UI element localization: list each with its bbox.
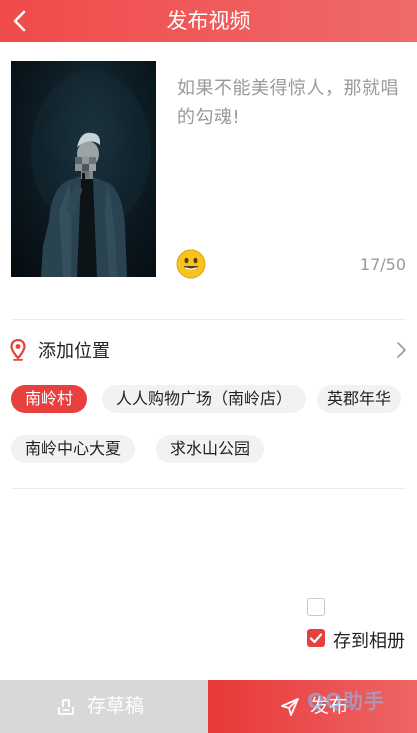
- chevron-right-icon: [397, 342, 406, 358]
- save-album-checkbox[interactable]: [307, 629, 325, 647]
- draft-icon: [58, 699, 74, 715]
- location-chip[interactable]: 英郡年华: [317, 385, 402, 413]
- location-chip[interactable]: 求水山公园: [156, 435, 265, 463]
- video-cover-image: [31, 71, 151, 277]
- save-album-label: 存到相册: [333, 631, 405, 652]
- add-location-row[interactable]: 添加位置: [0, 330, 417, 370]
- location-chip[interactable]: 南岭中心大夏: [11, 435, 136, 463]
- char-counter: 17/50: [359, 255, 406, 274]
- smile-emoji-icon: [176, 249, 206, 279]
- divider: [11, 488, 406, 489]
- add-location-label: 添加位置: [38, 341, 110, 362]
- watermark: QQ助手: [306, 689, 385, 713]
- location-pin-icon: [10, 339, 26, 361]
- publish-button[interactable]: 发布 QQ助手: [208, 680, 417, 733]
- bottom-bar: 存草稿 发布 QQ助手: [0, 680, 417, 733]
- location-chip[interactable]: 人人购物广场（南岭店）: [102, 385, 307, 413]
- divider: [11, 319, 406, 320]
- save-draft-button[interactable]: 存草稿: [0, 680, 208, 733]
- save-draft-label: 存草稿: [87, 695, 145, 717]
- emoji-button[interactable]: [176, 249, 206, 279]
- option-checkbox[interactable]: [307, 598, 325, 616]
- send-icon: [281, 698, 299, 716]
- header-bar: 发布视频: [0, 0, 417, 42]
- video-description[interactable]: 如果不能美得惊人，那就唱的勾魂!: [177, 74, 413, 132]
- checkmark-icon: [309, 633, 323, 644]
- page-title: 发布视频: [166, 9, 251, 33]
- location-chip[interactable]: 南岭村: [11, 385, 88, 413]
- video-thumbnail[interactable]: [11, 61, 156, 277]
